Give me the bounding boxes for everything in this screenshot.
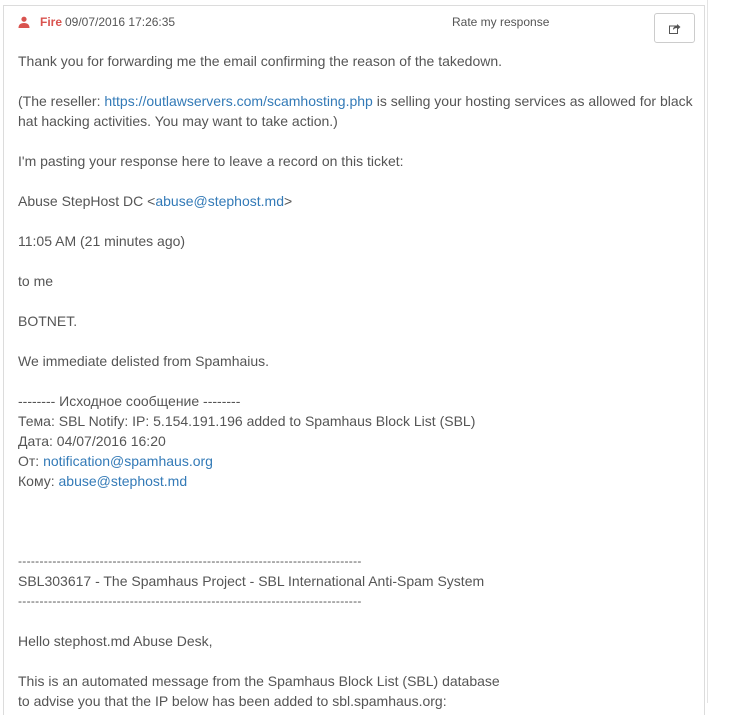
from-email-link[interactable]: abuse@stephost.md: [155, 193, 284, 209]
message-line: Thank you for forwarding me the email co…: [18, 53, 503, 69]
stephost-email-link[interactable]: abuse@stephost.md: [59, 473, 188, 489]
reseller-link[interactable]: https://outlawservers.com/scamhosting.ph…: [104, 93, 372, 109]
rate-response-label[interactable]: Rate my response: [452, 15, 549, 29]
original-message-header: -------- Исходное сообщение --------: [18, 393, 241, 409]
pasting-note: I'm pasting your response here to leave …: [18, 153, 404, 169]
reply-timestamp: 09/07/2016 17:26:35: [65, 15, 176, 29]
auto-line-1: This is an automated message from the Sp…: [18, 673, 500, 689]
reseller-prefix: (The reseller:: [18, 93, 105, 109]
from-line: Abuse StepHost DC <abuse@stephost.md>: [18, 191, 698, 211]
reseller-paragraph: (The reseller: https://outlawservers.com…: [18, 91, 698, 131]
original-to-line: Кому: abuse@stephost.md: [18, 471, 698, 491]
auto-line-2: to advise you that the IP below has been…: [18, 693, 447, 709]
from-label: От:: [18, 453, 44, 469]
reply-body: Thank you for forwarding me the email co…: [18, 51, 698, 711]
date-line: Дата: 04/07/2016 16:20: [18, 433, 166, 449]
original-from-line: От: notification@spamhaus.org: [18, 451, 698, 471]
share-icon: [669, 24, 681, 34]
share-button[interactable]: [654, 13, 695, 43]
to-me-line: to me: [18, 273, 54, 289]
sbl-title-line: SBL303617 - The Spamhaus Project - SBL I…: [18, 573, 485, 589]
ticket-reply-card: Fire 09/07/2016 17:26:35 Rate my respons…: [3, 5, 705, 715]
time-line: 11:05 AM (21 minutes ago): [18, 233, 186, 249]
from-name: Abuse StepHost DC <: [18, 193, 156, 209]
hello-line: Hello stephost.md Abuse Desk,: [18, 633, 213, 649]
user-icon: [18, 15, 30, 28]
divider-line: ----------------------------------------…: [18, 554, 362, 568]
spamhaus-email-link[interactable]: notification@spamhaus.org: [43, 453, 213, 469]
page-edge-line: [707, 0, 708, 703]
from-close: >: [283, 193, 293, 209]
to-label: Кому:: [18, 473, 59, 489]
botnet-line: BOTNET.: [18, 313, 78, 329]
divider-line: ----------------------------------------…: [18, 594, 362, 608]
subject-line: Тема: SBL Notify: IP: 5.154.191.196 adde…: [18, 413, 476, 429]
author-name[interactable]: Fire: [40, 15, 62, 29]
reply-header: Fire 09/07/2016 17:26:35 Rate my respons…: [4, 6, 704, 43]
delisted-line: We immediate delisted from Spamhaius.: [18, 353, 270, 369]
